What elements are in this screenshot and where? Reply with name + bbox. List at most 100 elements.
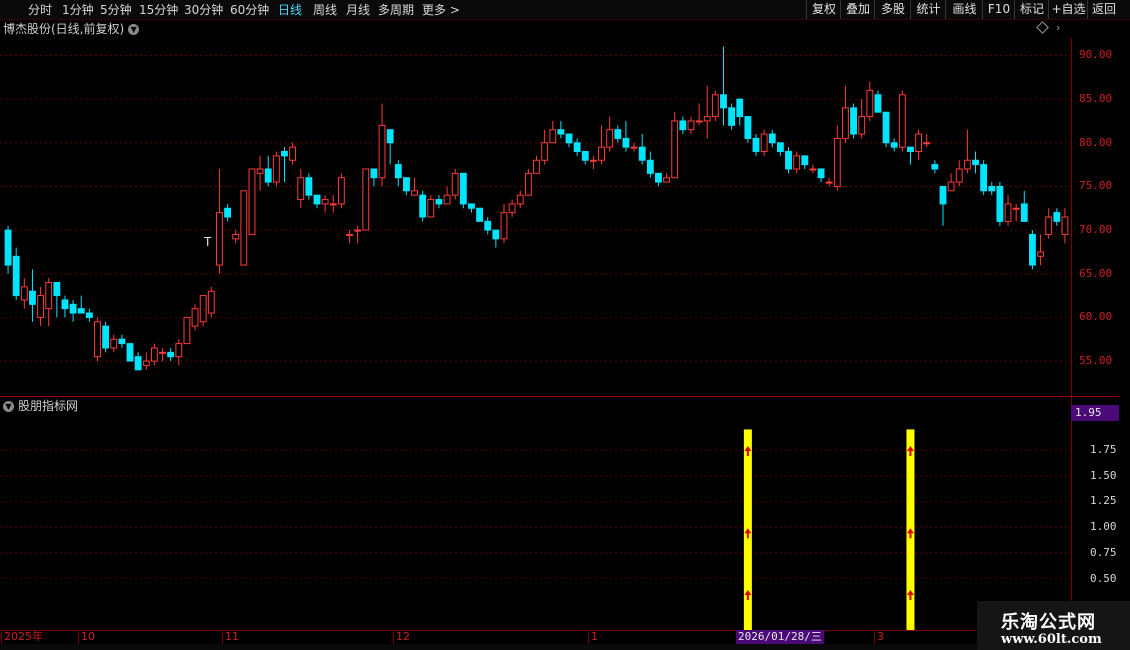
- toolbar-button[interactable]: 标记: [1014, 0, 1049, 19]
- candle-down: [459, 172, 467, 205]
- period-tab[interactable]: 更多 >: [422, 2, 460, 18]
- candle-up: [549, 129, 557, 144]
- toolbar-button[interactable]: 返回: [1087, 0, 1120, 19]
- price-candlestick-chart[interactable]: [0, 38, 1071, 396]
- candle-up: [833, 137, 841, 187]
- candle-up: [175, 343, 183, 358]
- cursor-date-label: 2026/01/28/三: [736, 630, 824, 644]
- period-tab[interactable]: 30分钟: [184, 2, 223, 18]
- indicator-tick-label: 1.50: [1090, 468, 1117, 482]
- candle-down: [638, 146, 646, 161]
- candle-down: [281, 151, 288, 157]
- candle-down: [69, 303, 77, 314]
- candle-up: [191, 308, 199, 327]
- period-tab[interactable]: 日线: [278, 2, 302, 18]
- time-tick-separator: [393, 630, 394, 644]
- candle-up: [248, 168, 256, 235]
- chevron-down-icon[interactable]: ▼: [128, 24, 140, 35]
- candle-down: [313, 194, 321, 205]
- candle-down: [12, 255, 20, 297]
- candle-down: [988, 185, 996, 192]
- candle-up: [711, 94, 719, 118]
- candle-up: [866, 89, 874, 118]
- period-tab[interactable]: 1分钟: [62, 2, 94, 18]
- candle-up: [695, 120, 703, 123]
- candle-up: [947, 181, 955, 192]
- candle-up: [955, 168, 963, 183]
- candle-up: [411, 190, 418, 196]
- candle-up: [858, 116, 866, 135]
- candle-down: [476, 207, 484, 222]
- candle-up: [329, 203, 337, 206]
- status-strip: [0, 644, 1130, 650]
- period-tab[interactable]: 多周期: [378, 2, 414, 18]
- time-tick-separator: [874, 630, 875, 644]
- time-tick-label: 3: [877, 630, 884, 643]
- candle-up: [37, 295, 45, 318]
- candle-down: [752, 137, 760, 153]
- panel-divider: [0, 396, 1119, 397]
- period-tab[interactable]: 5分钟: [100, 2, 132, 18]
- candle-down: [264, 168, 272, 183]
- toolbar-button[interactable]: 复权: [806, 0, 841, 19]
- candle-up: [94, 321, 101, 358]
- price-tick-label: 80.00: [1079, 135, 1113, 149]
- diamond-icon[interactable]: [1036, 21, 1049, 34]
- candle-down: [492, 229, 500, 240]
- candle-down: [679, 120, 687, 131]
- candle-up: [346, 233, 353, 236]
- candle-up: [142, 360, 150, 366]
- candle-down: [134, 356, 142, 371]
- candle-down: [785, 151, 792, 170]
- candle-up: [589, 159, 597, 162]
- toolbar-button[interactable]: 叠加: [840, 0, 875, 19]
- candle-up: [378, 124, 386, 179]
- candle-down: [907, 146, 914, 153]
- toolbar-button[interactable]: F10: [982, 0, 1015, 19]
- candle-up: [524, 172, 532, 196]
- candle-up: [1061, 216, 1069, 235]
- candle-up: [500, 212, 508, 240]
- candle-up: [671, 120, 679, 179]
- period-tab[interactable]: 60分钟: [230, 2, 269, 18]
- chevron-down-icon[interactable]: ▼: [3, 401, 14, 412]
- toolbar-button[interactable]: 画线: [945, 0, 983, 19]
- candle-down: [565, 133, 573, 144]
- indicator-axis: [1071, 397, 1120, 630]
- period-tab[interactable]: 分时: [28, 2, 52, 18]
- price-tick-label: 90.00: [1079, 48, 1113, 62]
- candle-up: [687, 120, 695, 131]
- price-tick-label: 60.00: [1079, 310, 1113, 324]
- candle-up: [20, 286, 28, 301]
- period-tab[interactable]: 月线: [346, 2, 370, 18]
- toolbar-button[interactable]: +自选: [1048, 0, 1088, 19]
- candle-up: [199, 295, 207, 323]
- toolbar-button[interactable]: 统计: [910, 0, 946, 19]
- candle-up: [150, 347, 158, 362]
- candle-up: [508, 203, 516, 214]
- period-tab[interactable]: 15分钟: [139, 2, 178, 18]
- candle-up: [256, 168, 264, 174]
- candle-down: [614, 129, 622, 139]
- candle-up: [207, 290, 215, 314]
- candle-down: [126, 343, 134, 362]
- candle-down: [77, 308, 85, 314]
- candle-up: [354, 229, 362, 232]
- candle-down: [85, 312, 93, 318]
- chevron-right-icon[interactable]: ›: [1056, 21, 1060, 34]
- candle-up: [362, 168, 370, 231]
- indicator-tick-label: 0.75: [1090, 545, 1117, 559]
- candle-down: [386, 129, 394, 144]
- side-info-strip[interactable]: [1119, 20, 1130, 630]
- candle-down: [768, 133, 776, 144]
- candle-up: [289, 146, 297, 161]
- period-tab[interactable]: 周线: [313, 2, 337, 18]
- toolbar-button[interactable]: 多股: [874, 0, 911, 19]
- candle-down: [744, 116, 752, 139]
- candle-down: [817, 168, 825, 179]
- chart-title-row: 博杰股份(日线,前复权) ▼: [3, 20, 140, 38]
- indicator-chart[interactable]: [0, 414, 1071, 630]
- candle-up: [703, 116, 711, 122]
- candle-up: [541, 142, 549, 161]
- candle-up: [297, 177, 305, 201]
